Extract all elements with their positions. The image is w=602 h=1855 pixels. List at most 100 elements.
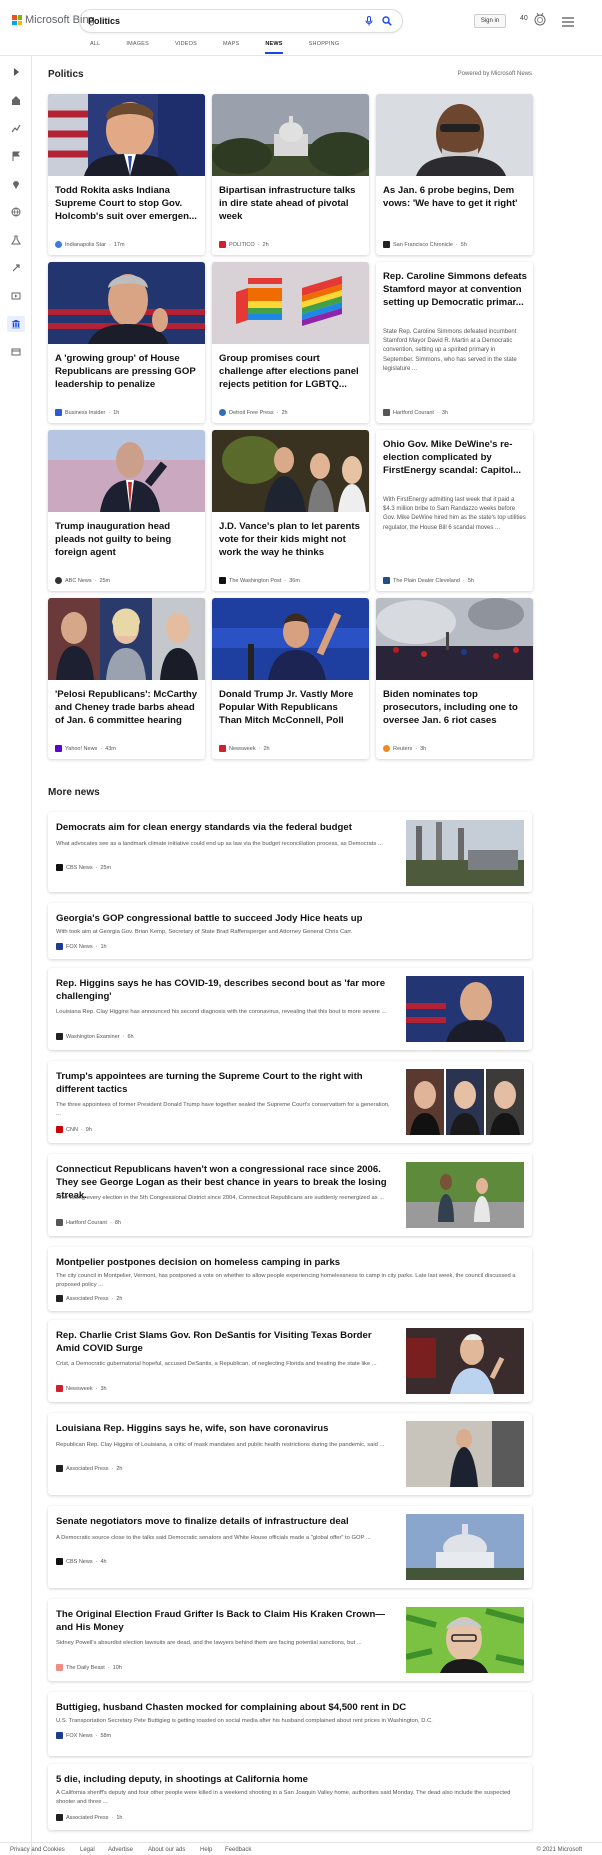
tab-images[interactable]: IMAGES (126, 41, 149, 54)
news-title[interactable]: Montpelier postpones decision on homeles… (56, 1256, 520, 1269)
news-source: Hartford Courant · 3h (383, 409, 448, 416)
age: 36m (289, 577, 300, 584)
trending-icon[interactable] (10, 122, 22, 134)
news-card[interactable]: Group promises court challenge after ele… (212, 262, 369, 423)
news-title[interactable]: 5 die, including deputy, in shootings at… (56, 1773, 520, 1786)
news-image (212, 598, 369, 680)
footer-link-feedback[interactable]: Feedback (225, 1847, 251, 1853)
news-title[interactable]: Democrats aim for clean energy standards… (56, 821, 394, 834)
publisher-logo-icon (56, 1465, 63, 1472)
news-card[interactable]: Biden nominates top prosecutors, includi… (376, 598, 533, 759)
expand-icon[interactable] (10, 66, 22, 78)
news-card[interactable]: Todd Rokita asks Indiana Supreme Court t… (48, 94, 205, 255)
source-name: FOX News (66, 1732, 93, 1739)
entertainment-icon[interactable] (10, 290, 22, 302)
news-item[interactable]: Democrats aim for clean energy standards… (48, 812, 532, 892)
news-snippet: State Rep. Caroline Simmons defeated inc… (383, 329, 517, 372)
news-card[interactable]: Donald Trump Jr. Vastly More Popular Wit… (212, 598, 369, 759)
news-card[interactable]: Rep. Caroline Simmons defeats Stamford m… (376, 262, 533, 423)
news-snippet: With took aim at Georgia Gov. Brian Kemp… (56, 929, 353, 935)
search-icon[interactable] (380, 14, 394, 28)
publisher-logo-icon (56, 943, 63, 950)
news-card[interactable]: Trump inauguration head pleads not guilt… (48, 430, 205, 591)
news-source: POLITICO · 2h (219, 241, 269, 248)
microphone-icon[interactable] (362, 14, 376, 28)
news-item[interactable]: Senate negotiators move to finalize deta… (48, 1506, 532, 1588)
news-title[interactable]: A 'growing group' of House Republicans a… (55, 352, 199, 392)
news-thumbnail (406, 1421, 524, 1487)
money-icon[interactable] (10, 346, 22, 358)
news-item[interactable]: 5 die, including deputy, in shootings at… (48, 1764, 532, 1830)
news-item[interactable]: Rep. Higgins says he has COVID-19, descr… (48, 968, 532, 1050)
news-title[interactable]: Louisiana Rep. Higgins says he, wife, so… (56, 1422, 394, 1435)
news-snippet: The three appointees of former President… (56, 1102, 390, 1117)
age: 17m (113, 241, 125, 248)
news-title[interactable]: 'Pelosi Republicans': McCarthy and Chene… (55, 688, 199, 727)
politics-icon[interactable] (7, 316, 25, 332)
news-source: FOX News · 58m (56, 1732, 111, 1739)
news-card[interactable]: Ohio Gov. Mike DeWine's re-election comp… (376, 430, 533, 591)
technology-icon[interactable] (10, 262, 22, 274)
news-item[interactable]: Louisiana Rep. Higgins says he, wife, so… (48, 1413, 532, 1495)
news-title[interactable]: Bipartisan infrastructure talks in dire … (219, 184, 363, 223)
news-title[interactable]: Rep. Charlie Crist Slams Gov. Ron DeSant… (56, 1329, 394, 1355)
search-input[interactable] (88, 16, 358, 26)
news-snippet: What advocates see as a landmark climate… (56, 841, 383, 847)
news-title[interactable]: Trump's appointees are turning the Supre… (56, 1070, 394, 1096)
footer-link-help[interactable]: Help (200, 1847, 212, 1853)
location-icon[interactable] (10, 178, 22, 190)
news-title[interactable]: Georgia's GOP congressional battle to su… (56, 912, 520, 925)
publisher-logo-icon (383, 577, 390, 584)
footer-link-about-ads[interactable]: About our ads (148, 1847, 185, 1853)
footer-link-advertise[interactable]: Advertise (108, 1847, 133, 1853)
tab-maps[interactable]: MAPS (223, 41, 239, 54)
sign-in-button[interactable]: Sign in (474, 14, 506, 28)
globe-icon[interactable] (10, 206, 22, 218)
news-card[interactable]: As Jan. 6 probe begins, Dem vows: 'We ha… (376, 94, 533, 255)
publisher-logo-icon (56, 1033, 63, 1040)
news-title[interactable]: As Jan. 6 probe begins, Dem vows: 'We ha… (383, 184, 527, 210)
news-title[interactable]: Rep. Caroline Simmons defeats Stamford m… (383, 270, 527, 309)
footer-link-legal[interactable]: Legal (80, 1847, 95, 1853)
news-card[interactable]: 'Pelosi Republicans': McCarthy and Chene… (48, 598, 205, 759)
news-source: CBS News · 4h (56, 1558, 107, 1565)
tab-news[interactable]: NEWS (265, 41, 283, 54)
news-thumbnail (406, 1328, 524, 1394)
publisher-logo-icon (56, 1295, 63, 1302)
news-title[interactable]: The Original Election Fraud Grifter Is B… (56, 1608, 394, 1634)
news-title[interactable]: Todd Rokita asks Indiana Supreme Court t… (55, 184, 199, 223)
news-item[interactable]: Montpelier postpones decision on homeles… (48, 1247, 532, 1311)
news-title[interactable]: Group promises court challenge after ele… (219, 352, 363, 391)
tab-videos[interactable]: VIDEOS (175, 41, 197, 54)
science-icon[interactable] (10, 234, 22, 246)
news-card[interactable]: J.D. Vance's plan to let parents vote fo… (212, 430, 369, 591)
news-title[interactable]: Trump inauguration head pleads not guilt… (55, 520, 199, 559)
news-item[interactable]: Rep. Charlie Crist Slams Gov. Ron DeSant… (48, 1320, 532, 1402)
rewards-medal-icon[interactable] (534, 12, 546, 31)
news-source: Detroit Free Press · 2h (219, 409, 288, 416)
news-title[interactable]: Senate negotiators move to finalize deta… (56, 1515, 394, 1528)
news-title[interactable]: Ohio Gov. Mike DeWine's re-election comp… (383, 438, 527, 477)
news-title[interactable]: Rep. Higgins says he has COVID-19, descr… (56, 977, 394, 1003)
news-item[interactable]: The Original Election Fraud Grifter Is B… (48, 1599, 532, 1681)
rewards-points[interactable]: 40 (520, 15, 528, 22)
tab-all[interactable]: ALL (90, 41, 100, 54)
age: 2h (281, 409, 288, 416)
tab-shopping[interactable]: SHOPPING (309, 41, 340, 54)
footer-link-privacy[interactable]: Privacy and Cookies (10, 1847, 65, 1853)
age: 25m (100, 864, 112, 871)
news-card[interactable]: A 'growing group' of House Republicans a… (48, 262, 205, 423)
news-title[interactable]: J.D. Vance's plan to let parents vote fo… (219, 520, 363, 559)
source-name: Indianapolis Star (65, 241, 106, 248)
news-item[interactable]: Trump's appointees are turning the Supre… (48, 1061, 532, 1143)
menu-icon[interactable] (562, 14, 574, 32)
news-card[interactable]: Bipartisan infrastructure talks in dire … (212, 94, 369, 255)
news-title[interactable]: Donald Trump Jr. Vastly More Popular Wit… (219, 688, 363, 728)
news-item[interactable]: Buttigieg, husband Chasten mocked for co… (48, 1692, 532, 1756)
news-item[interactable]: Connecticut Republicans haven't won a co… (48, 1154, 532, 1236)
news-title[interactable]: Buttigieg, husband Chasten mocked for co… (56, 1701, 520, 1714)
news-title[interactable]: Biden nominates top prosecutors, includi… (383, 688, 527, 727)
flag-icon[interactable] (10, 150, 22, 162)
home-icon[interactable] (10, 94, 22, 106)
news-item[interactable]: Georgia's GOP congressional battle to su… (48, 903, 532, 959)
